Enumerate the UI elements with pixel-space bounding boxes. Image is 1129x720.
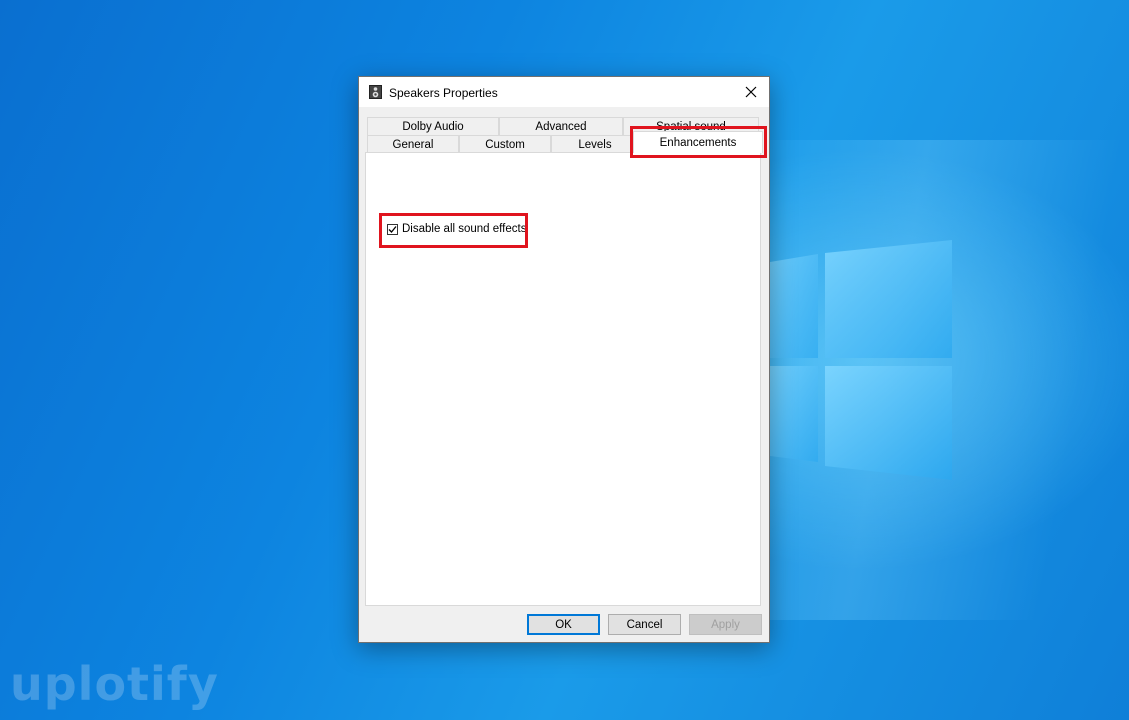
checkmark-icon [388,225,397,233]
tab-enhancements[interactable]: Enhancements [633,131,763,153]
windows-logo-icon [770,240,952,480]
tab-dolby-audio[interactable]: Dolby Audio [367,117,499,135]
enhancements-panel [365,152,761,606]
disable-all-sound-effects-option[interactable]: Disable all sound effects [387,223,526,235]
tab-custom[interactable]: Custom [459,135,551,153]
title-bar[interactable]: Speakers Properties [359,77,769,107]
speaker-icon [369,85,382,99]
speakers-properties-dialog: Speakers Properties Dolby Audio Advanced… [358,76,770,643]
cancel-button[interactable]: Cancel [608,614,681,635]
close-icon [745,86,757,98]
apply-button[interactable]: Apply [689,614,762,635]
tab-general[interactable]: General [367,135,459,153]
watermark-logo: uplotify [10,657,219,711]
disable-all-sound-effects-label: Disable all sound effects [402,223,527,235]
close-button[interactable] [733,77,769,107]
tab-advanced[interactable]: Advanced [499,117,623,135]
tab-levels[interactable]: Levels [551,135,639,153]
window-title: Speakers Properties [389,86,498,100]
disable-all-sound-effects-checkbox[interactable] [387,223,398,235]
ok-button[interactable]: OK [527,614,600,635]
